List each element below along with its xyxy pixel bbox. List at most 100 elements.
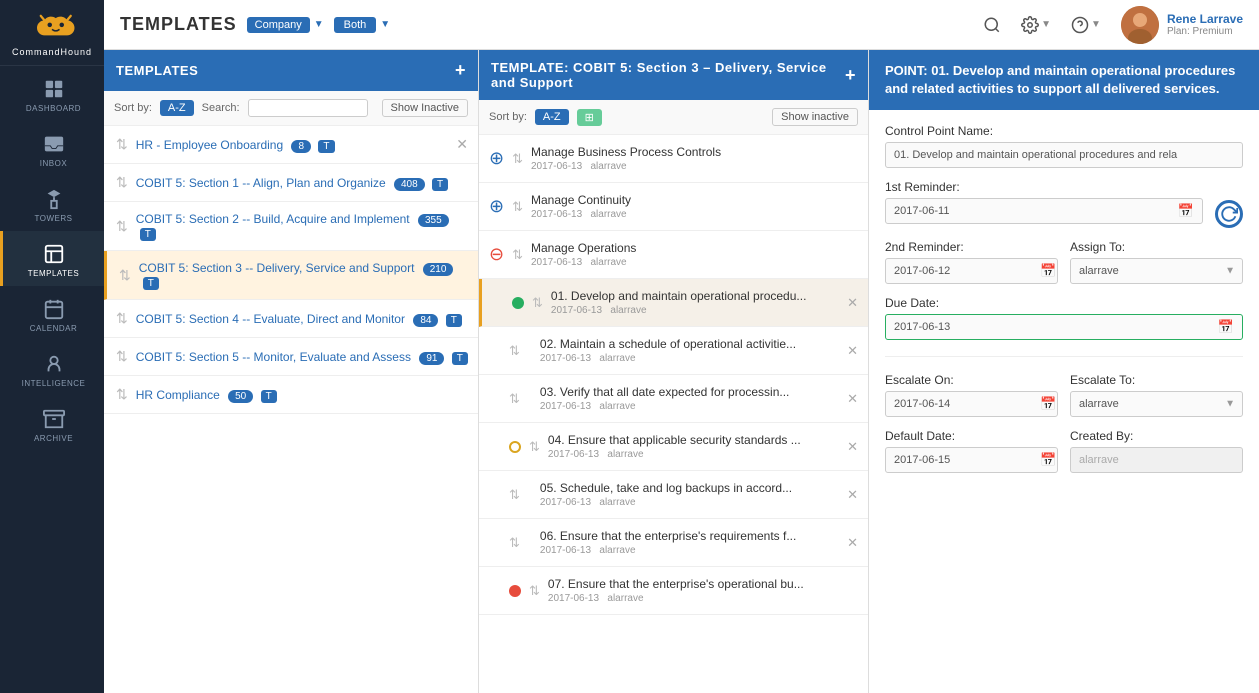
detail-sub-item[interactable]: ⇅ 07. Ensure that the enterprise's opera… xyxy=(479,567,868,615)
templates-list: ⇅ HR - Employee Onboarding 8 T ✕ ⇅ COBIT… xyxy=(104,126,478,693)
template-item[interactable]: ⇅ COBIT 5: Section 1 -- Align, Plan and … xyxy=(104,164,478,202)
control-point-name-input[interactable] xyxy=(885,142,1243,168)
settings-button[interactable]: ▼ xyxy=(1017,12,1055,38)
collapse-button[interactable]: ⊖ xyxy=(489,244,504,265)
search-input[interactable] xyxy=(248,99,368,117)
sort-az-button[interactable]: A-Z xyxy=(160,100,194,116)
assign-to-select[interactable]: alarrave xyxy=(1070,258,1243,284)
company-badge[interactable]: Company xyxy=(247,17,310,33)
detail-sub-item-active[interactable]: ⇅ 01. Develop and maintain operational p… xyxy=(479,279,868,327)
drag-handle[interactable]: ⇅ xyxy=(509,535,520,551)
add-template-button[interactable]: + xyxy=(455,60,466,81)
reminder2-date-input[interactable] xyxy=(894,265,1036,277)
template-item[interactable]: ⇅ HR Compliance 50 T xyxy=(104,376,478,414)
drag-handle[interactable]: ⇅ xyxy=(532,295,543,311)
detail-sort-grid-button[interactable]: ⊞ xyxy=(577,109,602,126)
search-button[interactable] xyxy=(979,12,1005,38)
drag-handle[interactable]: ⇅ xyxy=(509,391,520,407)
detail-item-name: Manage Continuity xyxy=(531,193,858,207)
template-item[interactable]: ⇅ HR - Employee Onboarding 8 T ✕ xyxy=(104,126,478,164)
default-date-input[interactable] xyxy=(894,454,1036,466)
drag-handle[interactable]: ⇅ xyxy=(512,151,523,167)
sidebar-item-archive[interactable]: ARCHIVE xyxy=(0,396,104,451)
template-link[interactable]: COBIT 5: Section 5 -- Monitor, Evaluate … xyxy=(136,350,411,364)
logo-icon xyxy=(22,10,82,45)
default-date-calendar-icon[interactable]: 📅 xyxy=(1040,452,1056,468)
detail-item[interactable]: ⊕ ⇅ Manage Continuity 2017-06-13 alarrav… xyxy=(479,183,868,231)
drag-handle[interactable]: ⇅ xyxy=(116,136,128,153)
help-dropdown-arrow: ▼ xyxy=(1091,19,1101,30)
template-link[interactable]: HR - Employee Onboarding xyxy=(136,138,283,152)
drag-handle[interactable]: ⇅ xyxy=(529,439,540,455)
drag-handle[interactable]: ⇅ xyxy=(119,267,131,284)
drag-handle[interactable]: ⇅ xyxy=(529,583,540,599)
both-dropdown-arrow[interactable]: ▼ xyxy=(380,19,390,30)
templates-icon xyxy=(43,243,65,265)
drag-handle[interactable]: ⇅ xyxy=(116,174,128,191)
reminder1-date-input[interactable] xyxy=(894,205,1174,217)
template-item-active[interactable]: ⇅ COBIT 5: Section 3 -- Delivery, Servic… xyxy=(104,251,478,300)
template-item[interactable]: ⇅ COBIT 5: Section 2 -- Build, Acquire a… xyxy=(104,202,478,251)
expand-button[interactable]: ⊕ xyxy=(489,196,504,217)
escalate-on-calendar-icon[interactable]: 📅 xyxy=(1040,396,1056,412)
detail-item-meta: 2017-06-13 alarrave xyxy=(551,305,847,316)
drag-handle[interactable]: ⇅ xyxy=(512,199,523,215)
reminder-refresh-icon[interactable] xyxy=(1215,200,1243,228)
sidebar-item-dashboard[interactable]: DASHBOARD xyxy=(0,66,104,121)
sub-item-close-button[interactable]: ✕ xyxy=(847,295,858,311)
template-link[interactable]: COBIT 5: Section 1 -- Align, Plan and Or… xyxy=(136,176,386,190)
drag-handle[interactable]: ⇅ xyxy=(509,343,520,359)
sub-item-close-button[interactable]: ✕ xyxy=(847,487,858,503)
calendar-icon xyxy=(43,298,65,320)
drag-handle[interactable]: ⇅ xyxy=(116,218,128,235)
drag-handle[interactable]: ⇅ xyxy=(512,247,523,263)
template-link[interactable]: HR Compliance xyxy=(136,388,220,402)
template-t-badge: T xyxy=(452,352,468,365)
template-item[interactable]: ⇅ COBIT 5: Section 5 -- Monitor, Evaluat… xyxy=(104,338,478,376)
detail-item-meta: 2017-06-13 alarrave xyxy=(531,161,858,172)
sub-item-close-button[interactable]: ✕ xyxy=(847,343,858,359)
sub-item-close-button[interactable]: ✕ xyxy=(847,535,858,551)
template-link[interactable]: COBIT 5: Section 3 -- Delivery, Service … xyxy=(139,261,415,275)
sidebar-item-intelligence[interactable]: INTELLIGENCE xyxy=(0,341,104,396)
template-link[interactable]: COBIT 5: Section 4 -- Evaluate, Direct a… xyxy=(136,312,405,326)
detail-sort-az-button[interactable]: A-Z xyxy=(535,109,569,125)
sidebar-item-towers[interactable]: TOWERS xyxy=(0,176,104,231)
control-panel-header: POINT: 01. Develop and maintain operatio… xyxy=(869,50,1259,110)
detail-item-name: 07. Ensure that the enterprise's operati… xyxy=(548,577,858,591)
due-date-calendar-icon[interactable]: 📅 xyxy=(1218,319,1234,335)
detail-item[interactable]: ⊕ ⇅ Manage Business Process Controls 201… xyxy=(479,135,868,183)
sub-item-close-button[interactable]: ✕ xyxy=(847,439,858,455)
sidebar-item-calendar[interactable]: CALENDAR xyxy=(0,286,104,341)
due-date-input[interactable] xyxy=(894,321,1214,333)
escalate-to-select[interactable]: alarrave xyxy=(1070,391,1243,417)
drag-handle[interactable]: ⇅ xyxy=(116,386,128,403)
sidebar-item-templates[interactable]: TEMPLATES xyxy=(0,231,104,286)
reminder2-calendar-icon[interactable]: 📅 xyxy=(1040,263,1056,279)
expand-button[interactable]: ⊕ xyxy=(489,148,504,169)
add-control-point-button[interactable]: + xyxy=(845,65,856,86)
escalate-on-date-input[interactable] xyxy=(894,398,1036,410)
drag-handle[interactable]: ⇅ xyxy=(116,348,128,365)
reminder1-calendar-icon[interactable]: 📅 xyxy=(1178,203,1194,219)
template-close-button[interactable]: ✕ xyxy=(456,136,468,153)
template-t-badge: T xyxy=(446,314,462,327)
detail-show-inactive-button[interactable]: Show inactive xyxy=(772,108,858,126)
drag-handle[interactable]: ⇅ xyxy=(116,310,128,327)
sidebar-item-inbox[interactable]: INBOX xyxy=(0,121,104,176)
detail-sub-item[interactable]: ⇅ 05. Schedule, take and log backups in … xyxy=(479,471,868,519)
company-dropdown-arrow[interactable]: ▼ xyxy=(314,19,324,30)
detail-sub-item[interactable]: ⇅ 04. Ensure that applicable security st… xyxy=(479,423,868,471)
sub-item-close-button[interactable]: ✕ xyxy=(847,391,858,407)
control-panel: POINT: 01. Develop and maintain operatio… xyxy=(869,50,1259,693)
drag-handle[interactable]: ⇅ xyxy=(509,487,520,503)
template-item[interactable]: ⇅ COBIT 5: Section 4 -- Evaluate, Direct… xyxy=(104,300,478,338)
template-link[interactable]: COBIT 5: Section 2 -- Build, Acquire and… xyxy=(136,212,410,226)
detail-sub-item[interactable]: ⇅ 02. Maintain a schedule of operational… xyxy=(479,327,868,375)
detail-item[interactable]: ⊖ ⇅ Manage Operations 2017-06-13 alarrav… xyxy=(479,231,868,279)
detail-sub-item[interactable]: ⇅ 06. Ensure that the enterprise's requi… xyxy=(479,519,868,567)
both-badge[interactable]: Both xyxy=(334,17,377,33)
show-inactive-button[interactable]: Show Inactive xyxy=(382,99,468,117)
detail-sub-item[interactable]: ⇅ 03. Verify that all date expected for … xyxy=(479,375,868,423)
help-button[interactable]: ▼ xyxy=(1067,12,1105,38)
